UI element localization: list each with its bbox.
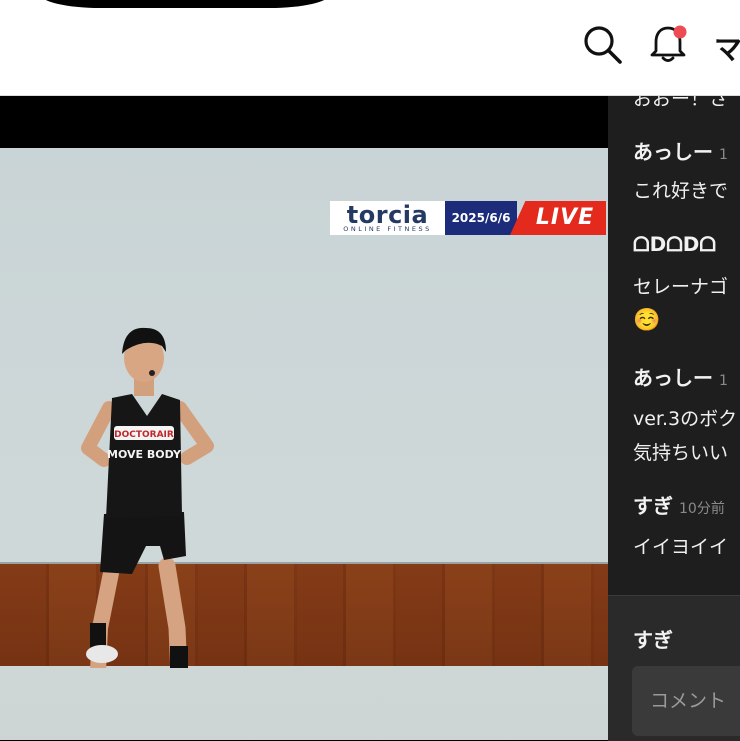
chat-time: 1 <box>719 373 728 389</box>
chat-text: これ好きで <box>633 180 729 202</box>
chat-username: あっしー <box>633 366 713 390</box>
chat-message: あっしー 1 <box>633 136 728 165</box>
instructor-figure: DOCTORAIR MOVE BODY <box>81 327 214 668</box>
shirt-text: MOVE BODY <box>107 448 182 461</box>
chat-message: すぎ 10分前 <box>633 490 725 519</box>
live-badge: LIVE <box>510 201 606 235</box>
chat-emoji: ☺️ <box>633 308 661 333</box>
top-header: マ <box>0 0 740 96</box>
chat-username: あっしー <box>633 140 713 164</box>
chat-partial-message: おおー！さ <box>633 96 729 110</box>
chat-time: 1 <box>719 147 728 163</box>
broadcast-date: 2025/6/6 <box>445 201 517 235</box>
notification-dot <box>673 25 687 39</box>
chat-input-area: すぎ <box>608 595 740 741</box>
bell-icon[interactable] <box>646 22 690 66</box>
chat-username: ᗝᗞᗝᗞᗝ <box>633 232 717 256</box>
video-player[interactable]: DOCTORAIR MOVE BODY torcia ONLINE FITNES… <box>0 96 608 740</box>
chat-message: あっしー 1 <box>633 362 728 391</box>
search-icon[interactable] <box>580 22 624 66</box>
chat-text: ver.3のボク <box>633 408 738 430</box>
chat-text: 気持ちいい <box>633 442 729 464</box>
comment-input[interactable] <box>632 666 740 736</box>
chat-text: イイヨイイ <box>633 536 729 558</box>
menu-label[interactable]: マ <box>714 28 740 68</box>
shirt-brand: DOCTORAIR <box>114 430 174 440</box>
chat-text: セレーナゴ <box>633 276 729 298</box>
chat-message: ᗝᗞᗝᗞᗝ <box>633 232 722 256</box>
chat-username: すぎ <box>633 494 673 518</box>
video-frame: DOCTORAIR MOVE BODY torcia ONLINE FITNES… <box>0 148 608 740</box>
chat-time: 10分前 <box>679 501 725 517</box>
current-user-name: すぎ <box>633 628 673 652</box>
brand-logo: torcia ONLINE FITNESS <box>330 201 445 235</box>
header-decoration <box>40 0 330 8</box>
